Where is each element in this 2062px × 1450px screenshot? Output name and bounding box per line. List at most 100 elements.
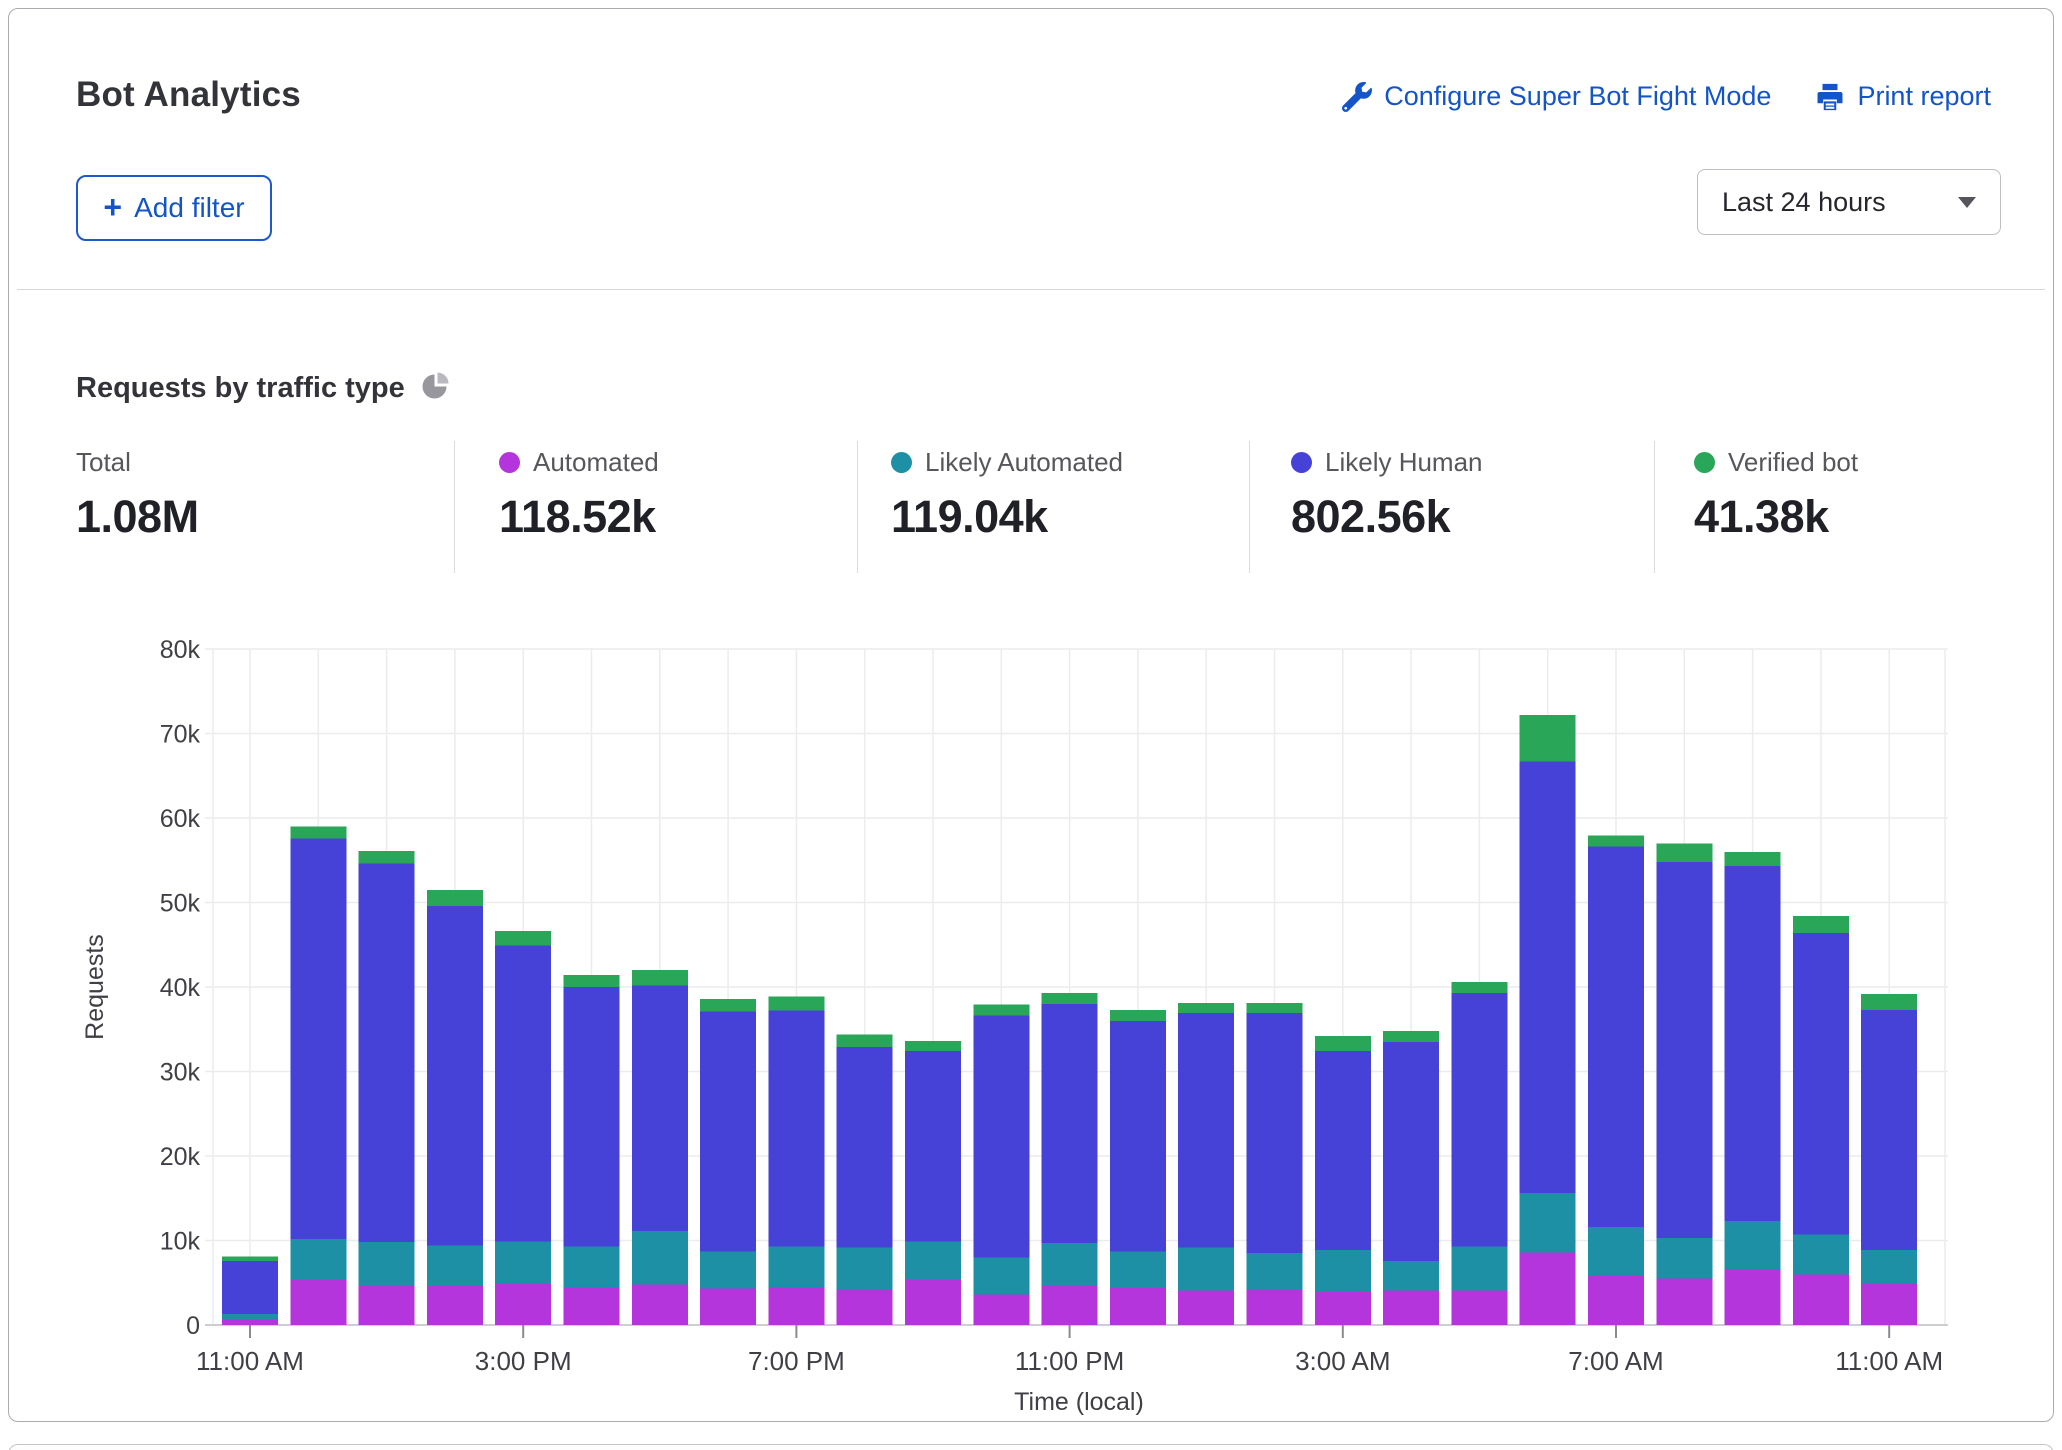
bar-segment-verified-bot[interactable]	[905, 1041, 961, 1051]
bar-segment-automated[interactable]	[1178, 1290, 1234, 1325]
bar-segment-likely-automated[interactable]	[837, 1247, 893, 1289]
bar-segment-verified-bot[interactable]	[1656, 843, 1712, 862]
bar-segment-likely-automated[interactable]	[1725, 1221, 1781, 1269]
bar-segment-likely-human[interactable]	[973, 1016, 1029, 1258]
bar-segment-likely-automated[interactable]	[1588, 1227, 1644, 1276]
bar-segment-likely-automated[interactable]	[495, 1241, 551, 1283]
bar-segment-verified-bot[interactable]	[1861, 994, 1917, 1010]
bar-segment-automated[interactable]	[1042, 1285, 1098, 1325]
bar-segment-verified-bot[interactable]	[1315, 1036, 1371, 1051]
bar-segment-likely-automated[interactable]	[290, 1239, 346, 1280]
bar-segment-likely-human[interactable]	[359, 864, 415, 1243]
bar-segment-automated[interactable]	[495, 1284, 551, 1325]
bar-segment-verified-bot[interactable]	[222, 1257, 278, 1261]
bar-segment-likely-human[interactable]	[1042, 1004, 1098, 1243]
bar-segment-verified-bot[interactable]	[495, 931, 551, 945]
bar-segment-likely-automated[interactable]	[1520, 1193, 1576, 1252]
bar-segment-likely-automated[interactable]	[1178, 1247, 1234, 1290]
bar-segment-likely-human[interactable]	[768, 1011, 824, 1247]
bar-segment-likely-human[interactable]	[1793, 933, 1849, 1235]
bar-segment-likely-human[interactable]	[1110, 1021, 1166, 1252]
bar-segment-automated[interactable]	[290, 1280, 346, 1325]
bar-segment-automated[interactable]	[1588, 1276, 1644, 1325]
print-report-link[interactable]: Print report	[1815, 81, 1991, 112]
bar-segment-verified-bot[interactable]	[632, 970, 688, 985]
bar-segment-likely-automated[interactable]	[1110, 1251, 1166, 1287]
bar-segment-likely-automated[interactable]	[359, 1242, 415, 1285]
bar-segment-likely-human[interactable]	[1178, 1013, 1234, 1247]
bar-segment-likely-automated[interactable]	[632, 1231, 688, 1284]
bar-segment-likely-human[interactable]	[632, 985, 688, 1231]
bar-segment-likely-human[interactable]	[700, 1012, 756, 1252]
bar-segment-likely-automated[interactable]	[222, 1314, 278, 1319]
bar-segment-automated[interactable]	[837, 1290, 893, 1325]
bar-segment-automated[interactable]	[768, 1287, 824, 1325]
bar-segment-automated[interactable]	[1383, 1290, 1439, 1325]
bar-segment-likely-automated[interactable]	[564, 1246, 620, 1287]
bar-segment-verified-bot[interactable]	[1793, 916, 1849, 933]
bar-segment-likely-automated[interactable]	[1861, 1250, 1917, 1284]
bar-segment-automated[interactable]	[1451, 1290, 1507, 1325]
requests-by-traffic-type-chart[interactable]: 010k20k30k40k50k60k70k80k11:00 AM3:00 PM…	[0, 560, 2062, 1450]
bar-segment-automated[interactable]	[1793, 1274, 1849, 1325]
bar-segment-automated[interactable]	[905, 1279, 961, 1325]
bar-segment-likely-human[interactable]	[1520, 761, 1576, 1193]
bar-segment-likely-human[interactable]	[1861, 1010, 1917, 1250]
bar-segment-automated[interactable]	[632, 1284, 688, 1325]
bar-segment-likely-human[interactable]	[905, 1051, 961, 1241]
bar-segment-likely-human[interactable]	[1383, 1042, 1439, 1261]
bar-segment-automated[interactable]	[973, 1295, 1029, 1325]
bar-segment-likely-automated[interactable]	[768, 1246, 824, 1287]
bar-segment-likely-human[interactable]	[1588, 847, 1644, 1227]
bar-segment-automated[interactable]	[564, 1287, 620, 1325]
bar-segment-verified-bot[interactable]	[768, 996, 824, 1010]
bar-segment-likely-automated[interactable]	[700, 1251, 756, 1288]
configure-super-bot-fight-mode-link[interactable]: Configure Super Bot Fight Mode	[1342, 81, 1771, 112]
bar-segment-verified-bot[interactable]	[290, 826, 346, 838]
bar-segment-verified-bot[interactable]	[1383, 1031, 1439, 1042]
bar-segment-automated[interactable]	[359, 1285, 415, 1325]
bar-segment-likely-automated[interactable]	[1451, 1246, 1507, 1290]
bar-segment-automated[interactable]	[1247, 1290, 1303, 1325]
bar-segment-verified-bot[interactable]	[1588, 836, 1644, 847]
bar-segment-likely-human[interactable]	[1247, 1013, 1303, 1253]
bar-segment-automated[interactable]	[1725, 1269, 1781, 1325]
bar-segment-verified-bot[interactable]	[1451, 982, 1507, 993]
bar-segment-likely-human[interactable]	[1451, 993, 1507, 1247]
bar-segment-automated[interactable]	[1315, 1292, 1371, 1325]
bar-segment-likely-automated[interactable]	[1793, 1235, 1849, 1275]
bar-segment-verified-bot[interactable]	[1042, 993, 1098, 1004]
bar-segment-verified-bot[interactable]	[1520, 715, 1576, 761]
bar-segment-verified-bot[interactable]	[1247, 1003, 1303, 1013]
bar-segment-likely-automated[interactable]	[1247, 1253, 1303, 1289]
bar-segment-likely-human[interactable]	[564, 987, 620, 1246]
bar-segment-verified-bot[interactable]	[359, 851, 415, 864]
bar-segment-likely-automated[interactable]	[1315, 1250, 1371, 1292]
bar-segment-likely-human[interactable]	[495, 946, 551, 1242]
bar-segment-likely-automated[interactable]	[973, 1257, 1029, 1294]
bar-segment-likely-human[interactable]	[290, 838, 346, 1239]
bar-segment-automated[interactable]	[700, 1289, 756, 1325]
bar-segment-likely-human[interactable]	[1656, 862, 1712, 1238]
bar-segment-automated[interactable]	[427, 1286, 483, 1325]
bar-segment-verified-bot[interactable]	[1178, 1003, 1234, 1013]
bar-segment-verified-bot[interactable]	[973, 1005, 1029, 1016]
bar-segment-likely-automated[interactable]	[1042, 1243, 1098, 1285]
bar-segment-verified-bot[interactable]	[837, 1034, 893, 1047]
add-filter-button[interactable]: + Add filter	[76, 175, 272, 241]
bar-segment-automated[interactable]	[1110, 1288, 1166, 1325]
bar-segment-automated[interactable]	[1520, 1252, 1576, 1325]
bar-segment-verified-bot[interactable]	[700, 999, 756, 1012]
bar-segment-likely-human[interactable]	[427, 906, 483, 1246]
bar-segment-verified-bot[interactable]	[1110, 1010, 1166, 1021]
bar-segment-verified-bot[interactable]	[564, 975, 620, 987]
bar-segment-verified-bot[interactable]	[427, 890, 483, 906]
bar-segment-automated[interactable]	[1861, 1284, 1917, 1325]
time-range-select[interactable]: Last 24 hours	[1697, 169, 2001, 235]
bar-segment-likely-human[interactable]	[1315, 1051, 1371, 1250]
bar-segment-likely-automated[interactable]	[427, 1246, 483, 1287]
bar-segment-automated[interactable]	[222, 1319, 278, 1325]
bar-segment-automated[interactable]	[1656, 1279, 1712, 1325]
bar-segment-likely-automated[interactable]	[1656, 1238, 1712, 1279]
bar-segment-likely-human[interactable]	[1725, 866, 1781, 1221]
